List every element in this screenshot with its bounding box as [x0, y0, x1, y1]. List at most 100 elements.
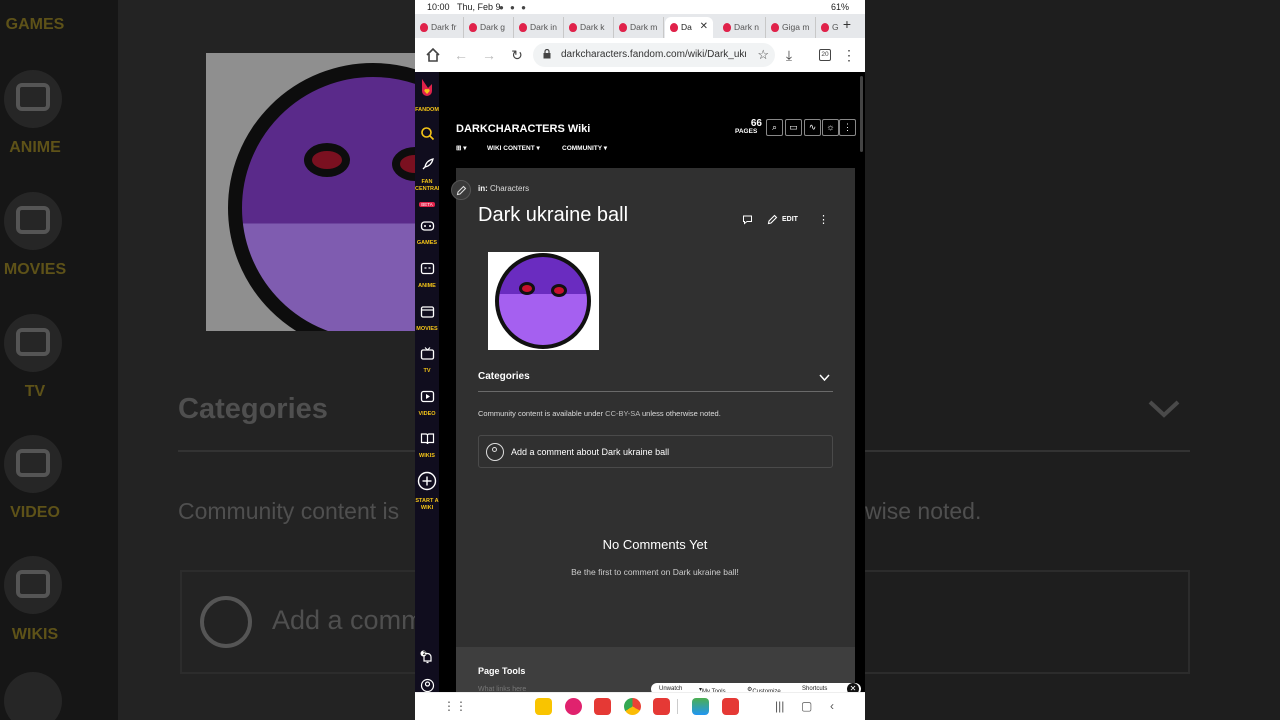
tab-count-button[interactable]: 20 [819, 49, 831, 61]
edit-button[interactable]: EDIT [782, 216, 798, 223]
my-files-app-icon[interactable] [535, 698, 552, 715]
browser-tab[interactable]: Dark m [614, 17, 664, 38]
comment-bubble-icon[interactable] [742, 214, 753, 225]
background-divider [178, 450, 415, 452]
page-scrollbar[interactable] [860, 76, 863, 152]
browser-tab[interactable]: Dark g [464, 17, 514, 38]
categories-heading[interactable]: Categories [478, 371, 530, 382]
rail-item-video[interactable]: VIDEO [415, 389, 439, 418]
nav-community[interactable]: COMMUNITY ▾ [562, 144, 607, 152]
fandom-favicon-icon [619, 23, 627, 32]
activity-button[interactable]: ∿ [804, 119, 821, 136]
first-comment-note: Be the first to comment on Dark ukraine … [571, 567, 739, 577]
nav-wiki-content[interactable]: WIKI CONTENT ▾ [487, 144, 540, 152]
address-bar[interactable]: darkcharacters.fandom.com/wiki/Dark_ukr … [533, 43, 775, 67]
add-comment-box[interactable]: Add a comment about Dark ukraine ball [478, 435, 833, 468]
browser-tab[interactable]: Dark fr [415, 17, 464, 38]
home-icon[interactable] [423, 45, 443, 65]
phone-screen: 10:00 Thu, Feb 9 ● ● ● 61% Dark fr Dark … [415, 0, 865, 720]
background-left: GAMES ANIME MOVIES TV VIDEO WIKIS Catego… [0, 0, 415, 720]
article-image[interactable] [488, 252, 599, 350]
in-label: in: [478, 184, 488, 193]
wiki-tools-button[interactable]: ⋮ [839, 119, 856, 136]
activity-icon: ∿ [808, 122, 817, 132]
status-battery: 61% [830, 2, 849, 12]
rail-item-tv[interactable]: TV [415, 346, 439, 375]
ball-eye-left [519, 282, 535, 295]
browser-tab[interactable]: Dark n [718, 17, 766, 38]
category-link[interactable]: Characters [490, 184, 529, 193]
back-arrow-icon[interactable]: ← [451, 45, 471, 65]
background-video-glyph [16, 449, 50, 477]
rail-item-label: ANIME [418, 283, 436, 289]
screen-recorder-app-icon[interactable] [594, 698, 611, 715]
avatar-head [492, 447, 497, 452]
rail-item-anime[interactable]: ANIME [415, 261, 439, 290]
discussions-button[interactable]: ▭ [785, 119, 802, 136]
more-menu-icon[interactable]: ⋮ [839, 45, 859, 65]
book-icon [420, 433, 434, 445]
browser-tab[interactable]: Dark in [514, 17, 564, 38]
download-icon[interactable]: ⤓ [779, 45, 799, 65]
chevron-down-icon[interactable] [818, 371, 831, 384]
tv-icon [420, 347, 434, 360]
gallery-app-icon[interactable] [565, 698, 582, 715]
lock-icon [543, 49, 551, 59]
fandom-favicon-icon [821, 23, 829, 32]
caret-down-icon: ▾ [603, 145, 608, 152]
email-app-icon[interactable] [653, 698, 670, 715]
wiki-name[interactable]: DARKCHARACTERS Wiki [456, 123, 590, 135]
rail-item-movies[interactable]: MOVIES [415, 304, 439, 333]
home-nav-icon[interactable]: ▢ [801, 699, 812, 713]
ball-eye-right [551, 284, 567, 297]
discussions-icon: ▭ [789, 122, 798, 132]
browser-tab[interactable]: G [816, 17, 844, 38]
forward-arrow-icon[interactable]: → [479, 45, 499, 65]
rail-item-games[interactable]: GAMES [415, 218, 439, 247]
back-nav-icon[interactable]: ‹ [830, 699, 834, 713]
clapperboard-icon [420, 306, 434, 318]
kebab-menu-icon: ⋮ [843, 122, 852, 132]
fandom-favicon-icon [670, 23, 678, 32]
background-license-right: wise noted. [865, 498, 982, 524]
rail-item-label: FAN CENTRAL [415, 179, 442, 192]
theme-toggle-button[interactable]: ☼ [822, 119, 839, 136]
rail-item-fan-central[interactable]: FAN CENTRAL BETA [415, 157, 442, 211]
rail-item-label: VIDEO [418, 411, 436, 417]
explore-menu[interactable]: ⊞ ▾ [456, 144, 467, 152]
background-ball-eye-right [392, 147, 415, 181]
browser-tab[interactable]: Dark k [564, 17, 614, 38]
license-link[interactable]: CC-BY-SA [605, 409, 640, 418]
background-article-image [206, 53, 415, 331]
beta-badge: BETA [419, 202, 435, 207]
rail-item-start-a-wiki[interactable]: START A WIKI [415, 471, 439, 512]
recents-nav-icon[interactable]: ||| [775, 699, 784, 713]
fandom-logo[interactable]: FANDOM [415, 78, 439, 114]
background-rail-label-movies: MOVIES [3, 261, 67, 278]
recent-app-icon[interactable] [692, 698, 709, 715]
browser-tab-active[interactable]: Da ✕ [665, 17, 713, 38]
reload-icon[interactable]: ↻ [507, 45, 527, 65]
rail-item-wikis[interactable]: WIKIS [415, 431, 439, 460]
rail-item-label: GAMES [416, 240, 438, 246]
recent-app-red-icon[interactable] [722, 698, 739, 715]
fandom-search-button[interactable] [415, 126, 439, 146]
edit-pencil-button[interactable] [451, 180, 471, 200]
browser-tab[interactable]: Giga m [766, 17, 816, 38]
explore-icon: ⊞ ▾ [456, 145, 467, 152]
play-icon [420, 390, 434, 403]
chrome-app-icon[interactable] [624, 698, 641, 715]
browser-tab-label: Dark n [734, 22, 760, 32]
new-tab-plus-icon[interactable]: + [843, 16, 851, 32]
close-tab-icon[interactable]: ✕ [700, 21, 708, 32]
notifications-button[interactable]: 2 [415, 650, 439, 670]
fandom-favicon-icon [469, 23, 477, 32]
wiki-search-button[interactable]: ⌕ [766, 119, 783, 136]
bookmark-star-icon[interactable]: ☆ [757, 47, 769, 63]
background-comment-box-right [865, 570, 1190, 674]
article-more-icon[interactable]: ⋮ [818, 213, 829, 226]
rail-item-label: TV [423, 368, 431, 374]
background-rail-label-anime: ANIME [9, 139, 61, 156]
app-grid-icon[interactable]: ⋮⋮ [443, 699, 467, 713]
sun-icon: ☼ [826, 122, 835, 132]
